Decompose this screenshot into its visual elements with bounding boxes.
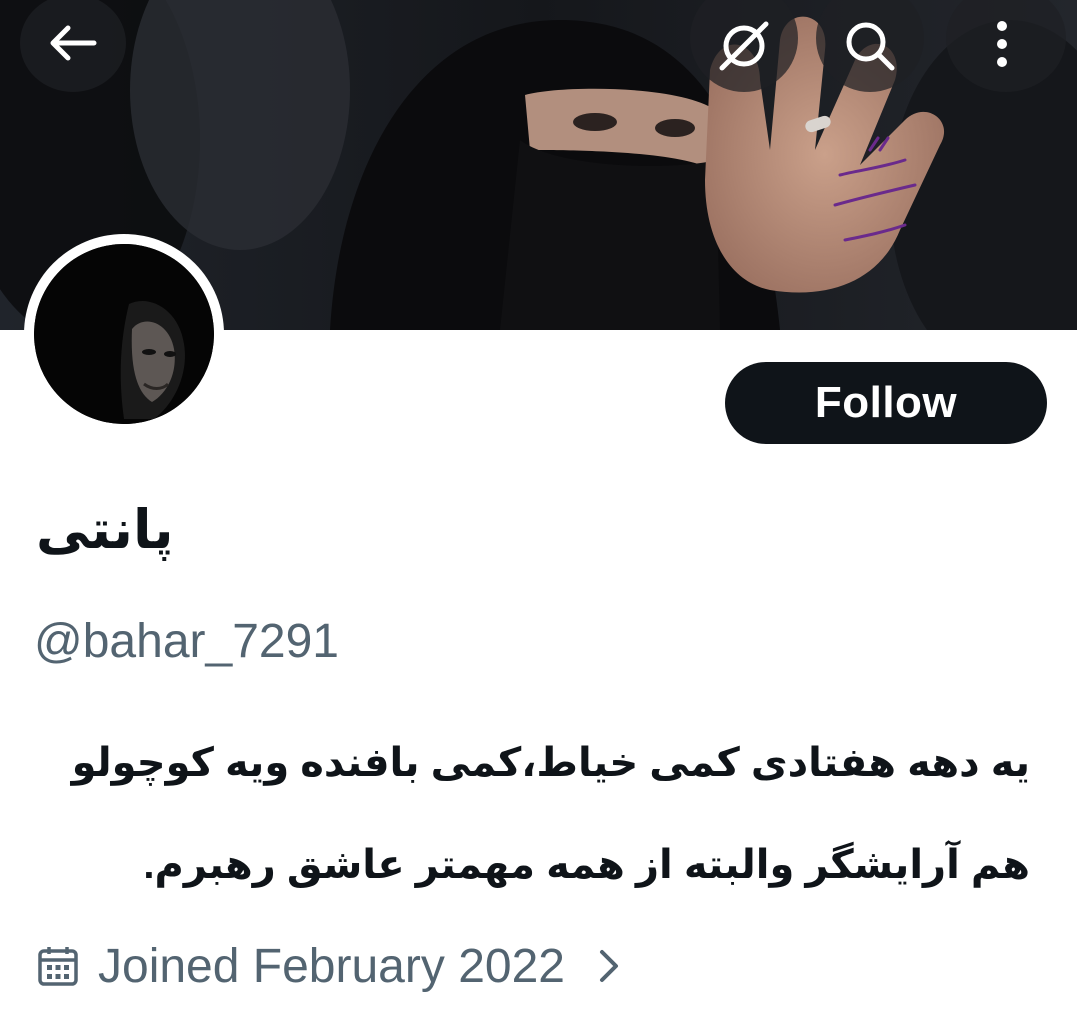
joined-date-row[interactable]: Joined February 2022 (36, 936, 621, 996)
follow-button[interactable]: Follow (725, 362, 1047, 444)
calendar-icon (38, 947, 78, 986)
translate-off-icon (719, 21, 769, 71)
bio-line: یه دهه هفتادی کمی خیاط،کمی بافنده ویه کو… (71, 741, 1030, 785)
profile-avatar[interactable] (24, 234, 224, 434)
profile-bio: یه دهه هفتادی کمی خیاط،کمی بافنده ویه کو… (30, 712, 1030, 916)
avatar-image (34, 244, 214, 424)
bio-line: هم آرایشگر والبته از همه مهمتر عاشق رهبر… (143, 843, 1030, 887)
more-vertical-icon (997, 21, 1007, 67)
chevron-right-icon (599, 950, 618, 982)
arrow-left-icon (50, 25, 97, 61)
username-handle: @bahar_7291 (34, 615, 339, 668)
search-icon (846, 22, 895, 71)
joined-date: Joined February 2022 (98, 939, 565, 993)
display-name: پانتی (36, 500, 174, 560)
